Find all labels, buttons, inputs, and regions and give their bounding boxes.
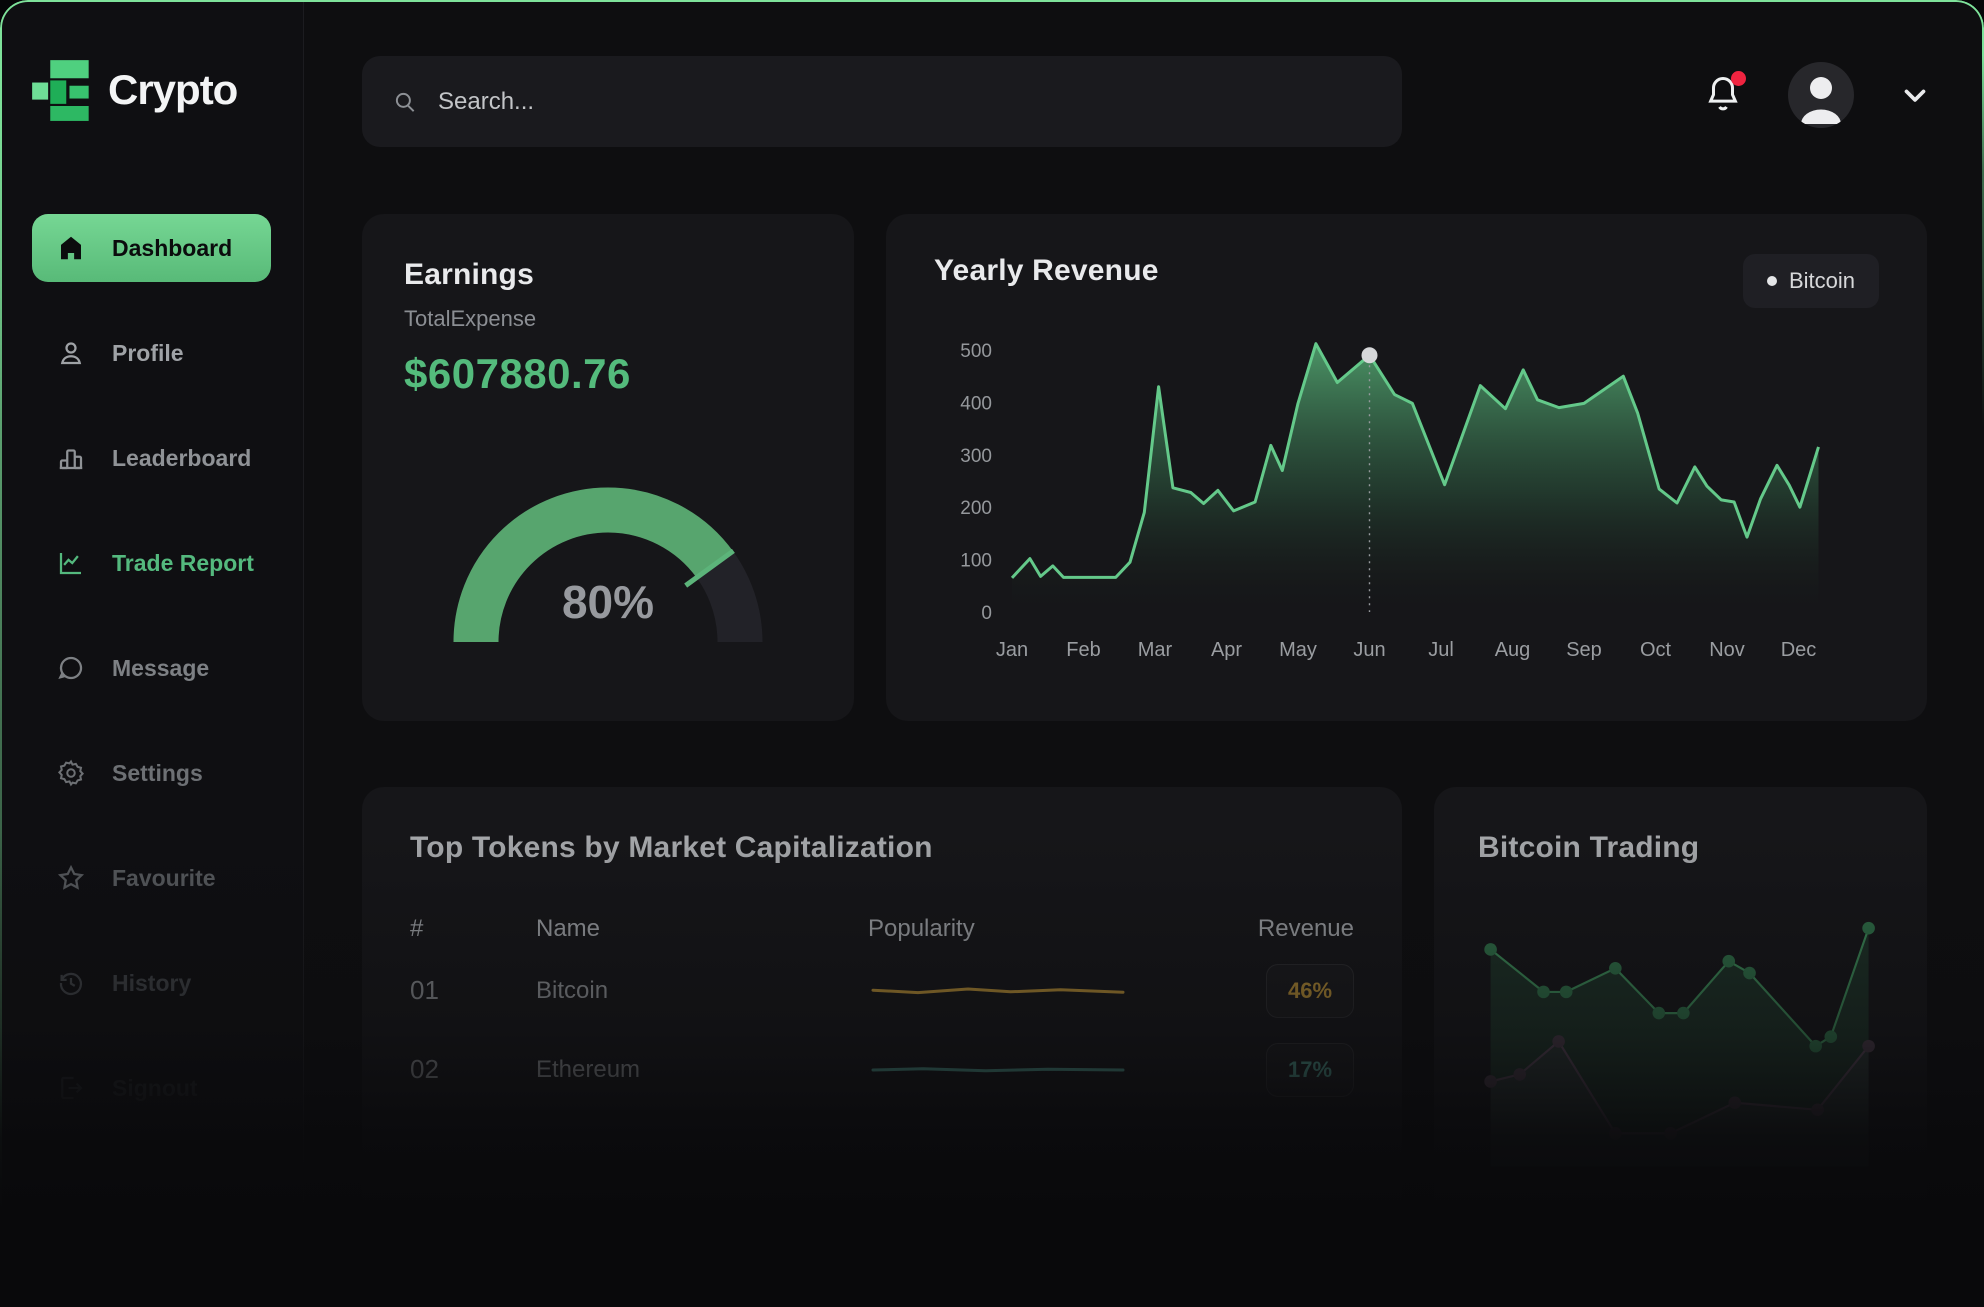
svg-text:Nov: Nov (1709, 639, 1745, 661)
app-root: Crypto Dashboard Profile Leaderboard (0, 0, 1984, 1307)
svg-text:Feb: Feb (1066, 639, 1100, 661)
bitcoin-trading-chart (1478, 881, 1883, 1191)
user-icon (56, 338, 86, 368)
history-icon (56, 968, 86, 998)
revenue-legend-chip[interactable]: Bitcoin (1743, 254, 1879, 308)
tokens-title: Top Tokens by Market Capitalization (410, 831, 1354, 865)
svg-text:Jul: Jul (1428, 639, 1454, 661)
col-revenue: Revenue (1234, 915, 1354, 943)
sidebar-item-signout[interactable]: Signout (32, 1054, 271, 1122)
svg-text:100: 100 (960, 551, 992, 572)
search-bar[interactable] (362, 56, 1402, 147)
notifications-button[interactable] (1704, 73, 1744, 117)
trade-report-icon (56, 548, 86, 578)
svg-text:Sep: Sep (1566, 639, 1602, 661)
home-icon (56, 233, 86, 263)
tokens-table-header: # Name Popularity Revenue (410, 907, 1354, 951)
search-input[interactable] (438, 88, 1238, 116)
col-popularity: Popularity (868, 915, 1234, 943)
svg-text:Dec: Dec (1781, 639, 1817, 661)
sidebar-item-trade-report[interactable]: Trade Report (32, 529, 271, 597)
token-popularity-sparkline (868, 1050, 1128, 1090)
yearly-revenue-chart: 500 400 300 200 100 0Jan Feb Mar Apr May Jun Jul Aug… (934, 338, 1879, 678)
topbar-actions (1704, 62, 1932, 128)
signout-icon (56, 1073, 86, 1103)
token-revenue-badge: 46% (1266, 964, 1354, 1018)
token-popularity-sparkline (868, 971, 1128, 1011)
avatar-person-icon (1788, 62, 1854, 128)
sidebar-item-message[interactable]: Message (32, 634, 271, 702)
token-rank: 02 (410, 1054, 536, 1085)
sidebar-item-profile[interactable]: Profile (32, 319, 271, 387)
sidebar-item-label: Trade Report (112, 550, 254, 577)
sidebar-item-label: Settings (112, 760, 203, 787)
yearly-revenue-card: Yearly Revenue Bitcoin 5004003002001000J… (886, 214, 1927, 721)
message-icon (56, 653, 86, 683)
chevron-down-icon[interactable] (1898, 78, 1932, 112)
earnings-card: Earnings TotalExpense $607880.76 80% (362, 214, 854, 721)
svg-text:Apr: Apr (1211, 639, 1242, 661)
token-name: Bitcoin (536, 977, 868, 1005)
avatar[interactable] (1788, 62, 1854, 128)
earnings-subtitle: TotalExpense (404, 306, 812, 332)
sidebar-nav: Dashboard Profile Leaderboard Trade Repo… (0, 214, 303, 1122)
svg-text:Jan: Jan (996, 639, 1028, 661)
sidebar-item-label: Signout (112, 1075, 198, 1102)
sidebar-item-label: Profile (112, 340, 184, 367)
brand-logo: Crypto (0, 0, 303, 122)
leaderboard-icon (56, 443, 86, 473)
top-tokens-card: Top Tokens by Market Capitalization # Na… (362, 787, 1402, 1257)
main-area: Earnings TotalExpense $607880.76 80% Yea… (304, 0, 1984, 1307)
sidebar-item-leaderboard[interactable]: Leaderboard (32, 424, 271, 492)
star-icon (56, 863, 86, 893)
token-name: Ethereum (536, 1056, 868, 1084)
sidebar-item-label: Dashboard (112, 235, 232, 262)
sidebar: Crypto Dashboard Profile Leaderboard (0, 0, 304, 1307)
bottom-cards-row: Top Tokens by Market Capitalization # Na… (362, 787, 1927, 1257)
svg-text:300: 300 (960, 446, 992, 467)
svg-text:Oct: Oct (1640, 639, 1672, 661)
trading-title: Bitcoin Trading (1478, 831, 1883, 865)
svg-text:500: 500 (960, 341, 992, 362)
earnings-amount: $607880.76 (404, 350, 812, 398)
sidebar-item-history[interactable]: History (32, 949, 271, 1017)
col-rank: # (410, 915, 536, 943)
sidebar-item-favourite[interactable]: Favourite (32, 844, 271, 912)
svg-text:80%: 80% (562, 576, 654, 628)
legend-label: Bitcoin (1789, 268, 1855, 294)
token-rank: 01 (410, 975, 536, 1006)
token-revenue-badge: 17% (1266, 1043, 1354, 1097)
col-name: Name (536, 915, 868, 943)
table-row[interactable]: 01 Bitcoin 46% (410, 951, 1354, 1030)
svg-text:Mar: Mar (1138, 639, 1173, 661)
sidebar-item-label: Leaderboard (112, 445, 251, 472)
sidebar-item-label: Favourite (112, 865, 216, 892)
top-cards-row: Earnings TotalExpense $607880.76 80% Yea… (362, 214, 1927, 721)
revenue-title: Yearly Revenue (934, 254, 1159, 288)
search-icon (392, 89, 418, 115)
notification-dot (1731, 71, 1746, 86)
bitcoin-trading-card: Bitcoin Trading (1434, 787, 1927, 1257)
sidebar-item-label: History (112, 970, 191, 997)
earnings-gauge-chart: 80% (423, 446, 793, 658)
svg-text:May: May (1279, 639, 1317, 661)
svg-text:200: 200 (960, 498, 992, 519)
table-row[interactable]: 02 Ethereum 17% (410, 1030, 1354, 1109)
brand-logo-icon (30, 58, 94, 122)
svg-text:0: 0 (981, 603, 992, 624)
sidebar-item-dashboard[interactable]: Dashboard (32, 214, 271, 282)
sidebar-item-settings[interactable]: Settings (32, 739, 271, 807)
sidebar-item-label: Message (112, 655, 209, 682)
svg-text:400: 400 (960, 393, 992, 414)
svg-text:Aug: Aug (1495, 639, 1531, 661)
brand-name: Crypto (108, 66, 237, 114)
settings-icon (56, 758, 86, 788)
svg-text:Jun: Jun (1353, 639, 1385, 661)
legend-dot-icon (1767, 276, 1777, 286)
earnings-title: Earnings (404, 258, 812, 292)
